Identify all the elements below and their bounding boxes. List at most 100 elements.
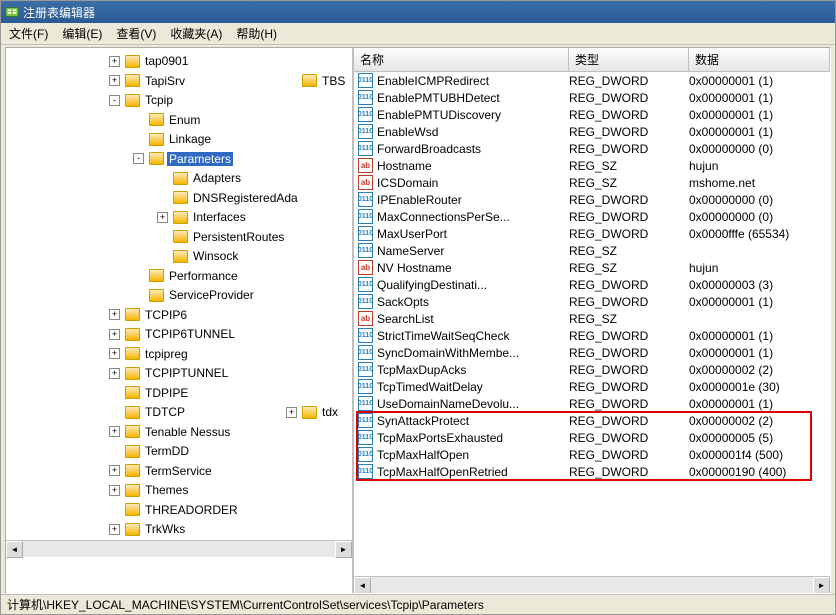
tree-node[interactable]: +TermDD [10, 443, 191, 460]
value-row[interactable]: 0110TcpMaxPortsExhaustedREG_DWORD0x00000… [354, 429, 830, 446]
value-row[interactable]: 0110TcpMaxHalfOpenRetriedREG_DWORD0x0000… [354, 463, 830, 480]
value-row[interactable]: abHostnameREG_SZhujun [354, 157, 830, 174]
tree-label: Themes [143, 483, 190, 497]
tree-label: TDPIPE [143, 386, 190, 400]
value-row[interactable]: 0110SackOptsREG_DWORD0x00000001 (1) [354, 293, 830, 310]
tree-node[interactable]: +Tenable Nessus [10, 423, 232, 440]
value-row[interactable]: abICSDomainREG_SZmshome.net [354, 174, 830, 191]
expand-toggle[interactable]: + [157, 212, 168, 223]
dword-value-icon: 0110 [358, 192, 373, 207]
menu-favorites[interactable]: 收藏夹(A) [170, 25, 222, 42]
scroll-track[interactable] [371, 577, 813, 593]
list-scrollbar-h[interactable]: ◄ ► [354, 576, 830, 593]
expand-toggle[interactable]: + [109, 485, 120, 496]
expand-toggle[interactable]: + [109, 75, 120, 86]
tree-node[interactable]: +TDPIPE [10, 384, 190, 401]
value-row[interactable]: abSearchListREG_SZ [354, 310, 830, 327]
tree-node[interactable]: +tdx [187, 404, 340, 421]
value-row[interactable]: 0110QualifyingDestinati...REG_DWORD0x000… [354, 276, 830, 293]
tree-node[interactable]: +TrkWks [10, 521, 187, 538]
folder-icon [173, 211, 188, 224]
value-data: 0x00000190 (400) [689, 465, 830, 479]
tree-node[interactable]: +TDTCP [10, 404, 187, 421]
tree-node[interactable]: +ServiceProvider [10, 287, 256, 304]
scroll-left-button[interactable]: ◄ [354, 577, 371, 593]
tree-node[interactable]: +Enum [10, 111, 202, 128]
tree-node[interactable]: -Tcpip [10, 92, 175, 109]
value-row[interactable]: 0110SyncDomainWithMembe...REG_DWORD0x000… [354, 344, 830, 361]
tree-pane[interactable]: +tap0901 +TapiSrv+TBS -Tcpip +Enum +Linkage -… [6, 48, 354, 593]
column-type[interactable]: 类型 [569, 48, 689, 71]
tree-node[interactable]: +TBS [187, 72, 347, 89]
value-row[interactable]: 0110IPEnableRouterREG_DWORD0x00000000 (0… [354, 191, 830, 208]
tree-scrollbar-h[interactable]: ◄ ► [6, 540, 352, 557]
tree-node[interactable]: +TCPIP6 [10, 306, 189, 323]
value-row[interactable]: 0110TcpTimedWaitDelayREG_DWORD0x0000001e… [354, 378, 830, 395]
scroll-right-button[interactable]: ► [335, 541, 352, 558]
list-pane[interactable]: 名称 类型 数据 0110EnableICMPRedirectREG_DWORD… [354, 48, 830, 593]
value-row[interactable]: 0110ForwardBroadcastsREG_DWORD0x00000000… [354, 140, 830, 157]
dword-value-icon: 0110 [358, 328, 373, 343]
tree-node[interactable]: +Linkage [10, 131, 213, 148]
dword-value-icon: 0110 [358, 294, 373, 309]
tree-node[interactable]: +THREADORDER [10, 501, 240, 518]
folder-icon [125, 484, 140, 497]
expand-toggle[interactable]: - [109, 95, 120, 106]
menu-help[interactable]: 帮助(H) [236, 25, 277, 42]
values-list[interactable]: 0110EnableICMPRedirectREG_DWORD0x0000000… [354, 72, 830, 576]
column-name[interactable]: 名称 [354, 48, 569, 71]
value-row[interactable]: 0110TcpMaxDupAcksREG_DWORD0x00000002 (2) [354, 361, 830, 378]
tree-node[interactable]: -Parameters [10, 150, 233, 167]
value-row[interactable]: 0110MaxUserPortREG_DWORD0x0000fffe (6553… [354, 225, 830, 242]
expand-toggle[interactable]: + [109, 329, 120, 340]
tree-node[interactable]: +TermService [10, 462, 214, 479]
expand-toggle[interactable]: + [109, 309, 120, 320]
expand-toggle[interactable]: + [109, 56, 120, 67]
menu-view[interactable]: 查看(V) [116, 25, 156, 42]
expand-toggle[interactable]: - [133, 153, 144, 164]
tree-node[interactable]: + Themes [10, 482, 190, 499]
menu-file[interactable]: 文件(F) [9, 25, 48, 42]
scroll-right-button[interactable]: ► [813, 577, 830, 593]
tree-node[interactable]: +DNSRegisteredAda [10, 189, 300, 206]
registry-tree[interactable]: +tap0901 +TapiSrv+TBS -Tcpip +Enum +Linkage -… [6, 48, 352, 540]
expand-toggle[interactable]: + [109, 368, 120, 379]
value-row[interactable]: abNV HostnameREG_SZhujun [354, 259, 830, 276]
scroll-left-button[interactable]: ◄ [6, 541, 23, 558]
column-data[interactable]: 数据 [689, 48, 830, 71]
value-data: 0x00000002 (2) [689, 363, 830, 377]
tree-node[interactable]: +Adapters [10, 170, 243, 187]
tree-node[interactable]: +TCPIP6TUNNEL [10, 326, 237, 343]
expand-toggle[interactable]: + [109, 465, 120, 476]
value-row[interactable]: 0110UseDomainNameDevolu...REG_DWORD0x000… [354, 395, 830, 412]
value-row[interactable]: 0110SynAttackProtectREG_DWORD0x00000002 … [354, 412, 830, 429]
value-name: TcpMaxHalfOpen [377, 448, 469, 462]
menu-edit[interactable]: 编辑(E) [62, 25, 102, 42]
expand-toggle[interactable]: + [109, 348, 120, 359]
value-type: REG_DWORD [569, 125, 689, 139]
tree-node[interactable]: +Performance [10, 267, 240, 284]
value-row[interactable]: 0110MaxConnectionsPerSe...REG_DWORD0x000… [354, 208, 830, 225]
tree-node[interactable]: +TCPIPTUNNEL [10, 365, 230, 382]
folder-icon [302, 406, 317, 419]
tree-node[interactable]: +tcpipreg [10, 345, 190, 362]
scroll-track[interactable] [23, 541, 335, 557]
value-row[interactable]: 0110EnablePMTUBHDetectREG_DWORD0x0000000… [354, 89, 830, 106]
tree-node[interactable]: +TapiSrv [10, 72, 187, 89]
value-row[interactable]: 0110EnableWsdREG_DWORD0x00000001 (1) [354, 123, 830, 140]
value-type: REG_DWORD [569, 465, 689, 479]
tree-node[interactable]: +tap0901 [10, 53, 190, 70]
value-row[interactable]: 0110StrictTimeWaitSeqCheckREG_DWORD0x000… [354, 327, 830, 344]
tree-node[interactable]: +Winsock [10, 248, 240, 265]
expand-toggle[interactable]: + [109, 426, 120, 437]
value-type: REG_DWORD [569, 193, 689, 207]
value-row[interactable]: 0110NameServerREG_SZ [354, 242, 830, 259]
value-row[interactable]: 0110EnablePMTUDiscoveryREG_DWORD0x000000… [354, 106, 830, 123]
expand-toggle[interactable]: + [109, 524, 120, 535]
value-row[interactable]: 0110EnableICMPRedirectREG_DWORD0x0000000… [354, 72, 830, 89]
value-row[interactable]: 0110TcpMaxHalfOpenREG_DWORD0x000001f4 (5… [354, 446, 830, 463]
dword-value-icon: 0110 [358, 430, 373, 445]
expand-toggle[interactable]: + [286, 407, 297, 418]
tree-node[interactable]: +Interfaces [10, 209, 248, 226]
tree-node[interactable]: +PersistentRoutes [10, 228, 286, 245]
